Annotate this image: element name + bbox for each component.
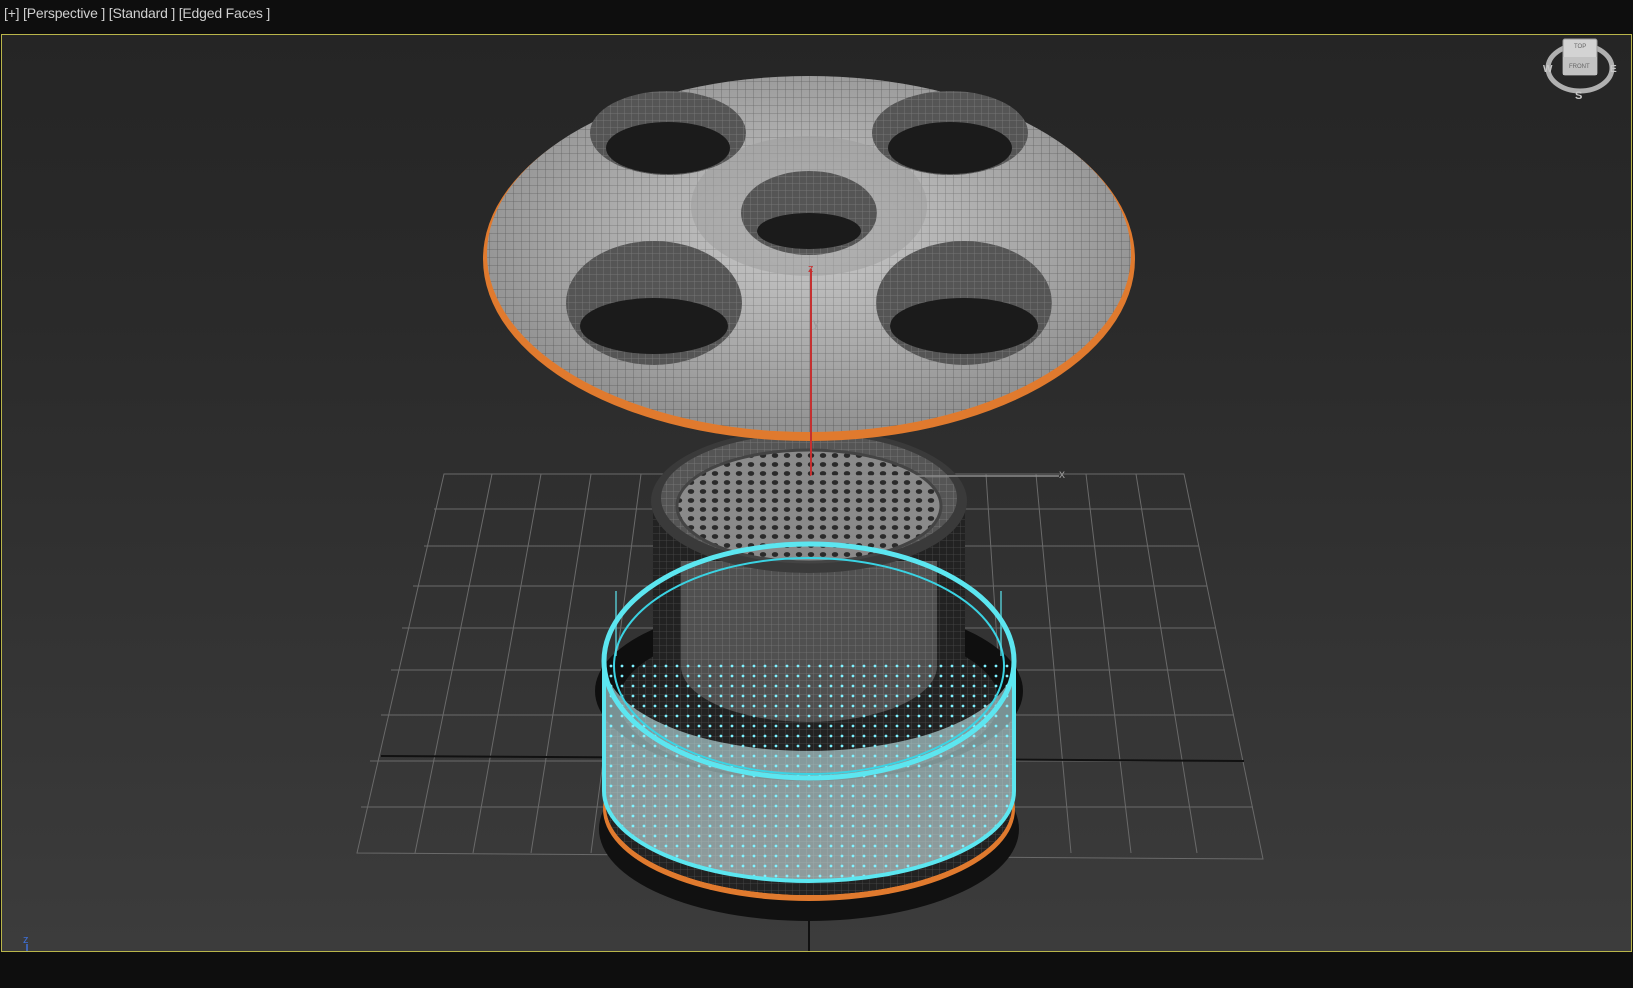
tripod-z-label: z (23, 934, 29, 946)
viewport-label-menu[interactable]: [+] [Perspective ] [Standard ] [Edged Fa… (4, 5, 270, 21)
viewport-header: [+] [Perspective ] [Standard ] [Edged Fa… (0, 0, 1633, 34)
gizmo-z-label: z (808, 263, 814, 275)
disc-hole-top-right (872, 91, 1028, 175)
viewport-scene[interactable]: z y x TOP FRONT W E S z x (2, 35, 1632, 952)
compass-east-label: E (1610, 64, 1617, 75)
compass-south-label: S (1575, 90, 1582, 102)
compass-west-label: W (1543, 64, 1553, 75)
view-cube-top-label: TOP (1574, 44, 1586, 50)
disc-hole-center (741, 171, 877, 255)
view-cube-front-label: FRONT (1569, 64, 1590, 70)
viewport-footer (0, 952, 1633, 988)
disc-hole-top-left (590, 91, 746, 175)
gizmo-y-label: y (813, 316, 819, 330)
view-cube[interactable]: TOP FRONT W E S (1543, 38, 1617, 102)
disc-hole-bottom-left (566, 241, 742, 365)
perspective-viewport[interactable]: z y x TOP FRONT W E S z x (1, 34, 1632, 952)
gizmo-x-label: x (1059, 467, 1065, 481)
disc-hole-bottom-right (876, 241, 1052, 365)
axis-tripod: z x (23, 934, 29, 951)
top-disc-cap[interactable] (483, 76, 1135, 441)
